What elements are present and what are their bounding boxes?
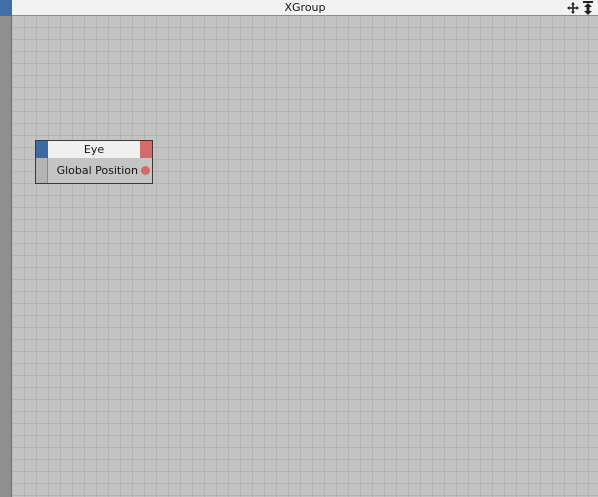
move-icon[interactable] bbox=[567, 1, 579, 15]
node-header[interactable]: Eye bbox=[36, 141, 152, 158]
output-port-dot[interactable] bbox=[141, 166, 150, 175]
eye-node[interactable]: Eye Global Position bbox=[35, 140, 153, 184]
left-strip-marker bbox=[0, 0, 12, 16]
port-label-global-position: Global Position bbox=[56, 164, 138, 177]
left-edge-strip bbox=[0, 0, 12, 497]
title-bar[interactable]: XGroup bbox=[12, 0, 598, 16]
title-bar-icons bbox=[567, 0, 594, 16]
node-output-port-button[interactable] bbox=[140, 141, 152, 158]
expand-arrow-icon[interactable] bbox=[582, 1, 594, 15]
node-editor-canvas[interactable] bbox=[13, 16, 598, 497]
node-input-port-button[interactable] bbox=[36, 141, 48, 158]
node-title: Eye bbox=[83, 143, 105, 156]
node-body: Global Position bbox=[36, 158, 152, 183]
xgroup-window: XGroup Eye Global Position bbox=[0, 0, 598, 497]
window-title: XGroup bbox=[284, 1, 326, 14]
node-input-column bbox=[36, 158, 48, 183]
